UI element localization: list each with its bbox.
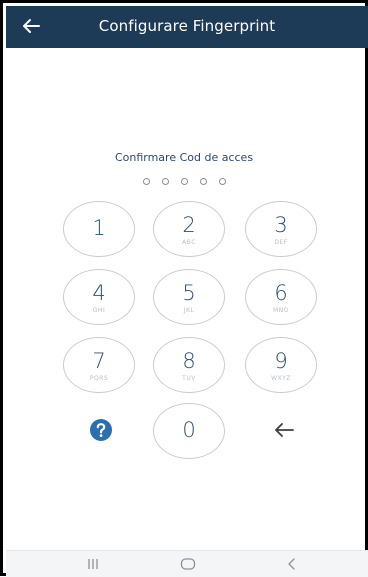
key-8[interactable]: 8 TUV — [153, 337, 225, 393]
key-digit: 7 — [92, 349, 106, 373]
key-digit: 4 — [92, 281, 106, 305]
key-3[interactable]: 3 DEF — [245, 201, 317, 257]
key-digit: 1 — [92, 216, 106, 240]
key-7[interactable]: 7 PQRS — [63, 337, 135, 393]
phone-screen: Configurare Fingerprint Confirmare Cod d… — [0, 0, 368, 577]
key-digit: 5 — [182, 281, 196, 305]
app-header: Configurare Fingerprint — [6, 6, 368, 48]
key-0[interactable]: 0 — [153, 403, 225, 459]
key-letters: JKL — [183, 307, 195, 314]
key-letters: PQRS — [89, 375, 109, 382]
key-digit: 3 — [274, 213, 288, 237]
pin-dot — [161, 178, 169, 185]
pin-prompt: Confirmare Cod de acces — [114, 151, 254, 164]
key-digit: 9 — [274, 349, 288, 373]
key-letters: TUV — [182, 375, 196, 382]
page-title: Configurare Fingerprint — [98, 17, 276, 35]
key-6[interactable]: 6 MNO — [245, 269, 317, 325]
system-navigation-bar — [6, 550, 368, 577]
help-circle-icon[interactable] — [89, 418, 113, 442]
key-digit: 2 — [182, 213, 196, 237]
key-1[interactable]: 1 — [63, 201, 135, 257]
key-digit: 6 — [274, 281, 288, 305]
backspace-arrow-icon[interactable] — [273, 421, 295, 439]
key-letters: GHI — [92, 307, 106, 314]
key-letters: WXYZ — [271, 375, 291, 382]
key-digit: 0 — [182, 418, 196, 442]
key-digit: 8 — [182, 349, 196, 373]
pin-indicator — [3, 171, 365, 185]
key-4[interactable]: 4 GHI — [63, 269, 135, 325]
key-letters: MNO — [273, 307, 289, 314]
home-icon[interactable] — [178, 556, 198, 572]
nav-back-icon[interactable] — [282, 556, 302, 572]
key-letters: DEF — [274, 239, 288, 246]
key-9[interactable]: 9 WXYZ — [245, 337, 317, 393]
key-letters: ABC — [182, 239, 196, 246]
pin-dot — [142, 178, 150, 185]
pin-dot — [199, 178, 207, 185]
pin-dot — [180, 178, 188, 185]
key-2[interactable]: 2 ABC — [153, 201, 225, 257]
pin-dot — [218, 178, 226, 185]
recents-icon[interactable] — [83, 556, 103, 572]
key-5[interactable]: 5 JKL — [153, 269, 225, 325]
